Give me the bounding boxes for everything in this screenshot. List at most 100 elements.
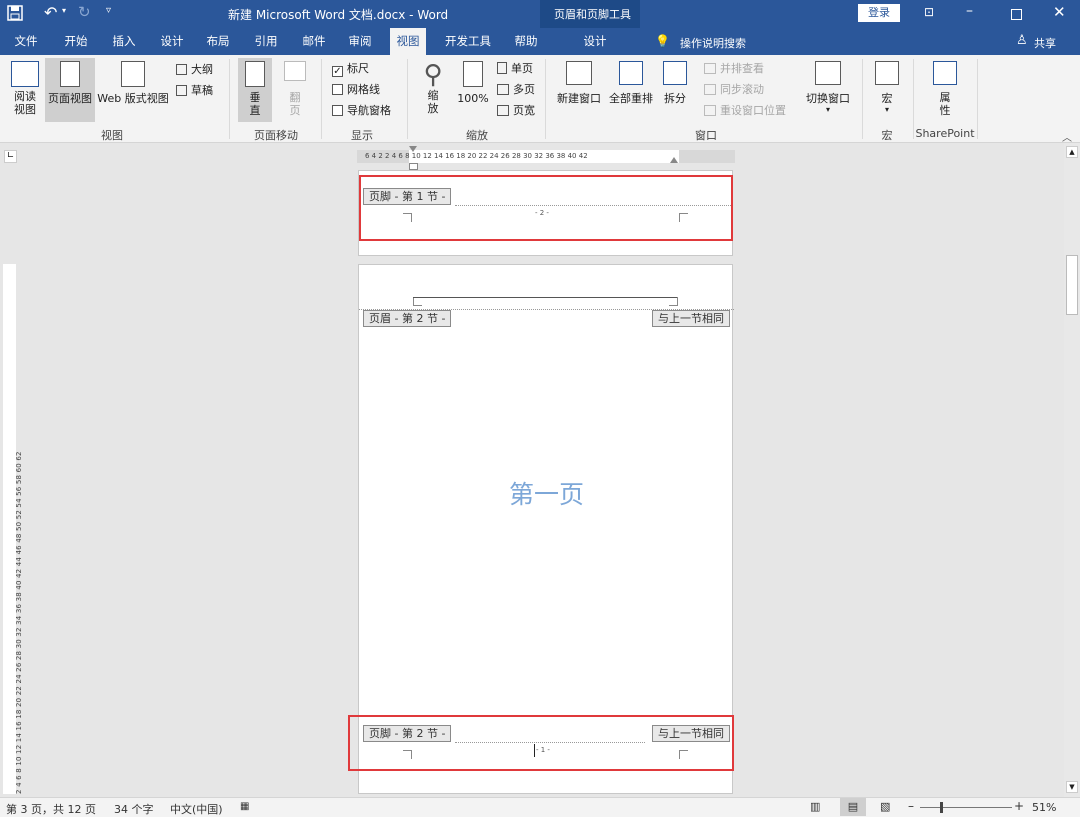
scroll-up-icon[interactable]: ▲ (1066, 146, 1078, 158)
ribbon-display-icon[interactable]: ⊡ (924, 5, 934, 19)
tab-file[interactable]: 文件 (8, 28, 44, 55)
share-icon[interactable]: ♙ (1016, 33, 1028, 48)
header-crop-left (413, 297, 422, 306)
tab-design[interactable]: 设计 (154, 28, 190, 55)
split-label: 拆分 (664, 92, 686, 105)
customize-qat-icon[interactable]: ▿ (106, 5, 111, 16)
vertical-scrollbar[interactable]: ▲ ▼ (1064, 143, 1080, 797)
gridlines-label: 网格线 (347, 83, 380, 96)
page-count-status[interactable]: 第 3 页，共 12 页 (6, 801, 96, 817)
outline-button[interactable]: 大纲 (176, 63, 213, 77)
zoom-button[interactable]: ⚲ 缩 放 (416, 61, 450, 115)
header-border-line (413, 297, 678, 298)
multiple-pages-button[interactable]: 多页 (497, 83, 535, 97)
print-layout-button[interactable]: 页面视图 (45, 58, 95, 122)
chevron-down-icon: ▾ (884, 105, 889, 114)
language-status[interactable]: 中文(中国) (170, 801, 223, 817)
arrange-all-button[interactable]: 全部重排 (606, 61, 656, 105)
tab-hf-design[interactable]: 设计 (570, 28, 620, 55)
reset-window-button[interactable]: 重设窗口位置 (704, 104, 786, 118)
tab-stop-selector[interactable]: ∟ (4, 150, 17, 163)
scroll-down-icon[interactable]: ▼ (1066, 781, 1078, 793)
ribbon-separator (977, 59, 978, 139)
save-icon[interactable] (7, 5, 23, 21)
split-button[interactable]: 拆分 (658, 61, 692, 105)
tab-view[interactable]: 视图 (390, 28, 426, 55)
sync-scroll-icon (704, 84, 716, 95)
redo-icon[interactable]: ↻ (78, 3, 91, 21)
zoom-in-icon[interactable]: + (1014, 799, 1024, 813)
zoom-out-icon[interactable]: – (908, 799, 914, 813)
minimize-icon[interactable]: – (966, 3, 973, 19)
zoom-label: 缩 放 (427, 89, 439, 115)
view-side-by-side-button[interactable]: 并排查看 (704, 62, 764, 76)
tab-review[interactable]: 审阅 (342, 28, 378, 55)
zoom-slider[interactable] (920, 807, 1012, 808)
page-body-text[interactable]: 第一页 (359, 475, 734, 511)
zoom-percent[interactable]: 51% (1032, 801, 1056, 814)
reset-window-icon (704, 105, 716, 116)
new-window-button[interactable]: 新建窗口 (554, 61, 604, 105)
properties-icon (933, 61, 957, 85)
switch-windows-button[interactable]: 切换窗口 ▾ (802, 61, 854, 115)
web-layout-view-icon[interactable]: ▧ (880, 800, 890, 813)
undo-icon[interactable]: ↶ (44, 3, 57, 22)
maximize-icon[interactable] (1011, 9, 1022, 20)
tab-references[interactable]: 引用 (248, 28, 284, 55)
side-to-side-button[interactable]: 翻 页 (278, 61, 312, 117)
draft-button[interactable]: 草稿 (176, 84, 213, 98)
properties-button[interactable]: 属 性 (928, 61, 962, 117)
page-width-button[interactable]: 页宽 (497, 104, 535, 118)
undo-dropdown-icon[interactable]: ▾ (62, 6, 66, 15)
scroll-thumb[interactable] (1066, 255, 1078, 315)
vertical-page-move-button[interactable]: 垂 直 (238, 58, 272, 122)
nav-pane-checkbox[interactable]: 导航窗格 (332, 104, 391, 118)
right-indent-marker[interactable] (670, 157, 678, 163)
tab-developer[interactable]: 开发工具 (440, 28, 496, 55)
tab-insert[interactable]: 插入 (106, 28, 142, 55)
tab-home[interactable]: 开始 (58, 28, 94, 55)
gridlines-checkbox[interactable]: 网格线 (332, 83, 380, 97)
draft-icon (176, 85, 187, 96)
read-mode-button[interactable]: 阅读 视图 (8, 61, 42, 116)
read-mode-label: 阅读 视图 (14, 90, 36, 116)
sync-scroll-button[interactable]: 同步滚动 (704, 83, 764, 97)
new-window-icon (566, 61, 592, 85)
share-button[interactable]: 共享 (1034, 35, 1056, 51)
one-page-button[interactable]: 单页 (497, 62, 533, 76)
print-layout-view-icon[interactable]: ▤ (840, 798, 866, 816)
tab-mailings[interactable]: 邮件 (296, 28, 332, 55)
left-indent-marker[interactable] (409, 163, 418, 170)
tab-help[interactable]: 帮助 (508, 28, 544, 55)
zoom-100-icon (463, 61, 483, 87)
ribbon-separator (862, 59, 863, 139)
ribbon-separator (545, 59, 546, 139)
read-mode-view-icon[interactable]: ▥ (810, 800, 820, 813)
ribbon: 阅读 视图 页面视图 Web 版式视图 大纲 草稿 视图 垂 直 翻 页 页面移… (0, 55, 1080, 144)
word-count-status[interactable]: 34 个字 (114, 801, 154, 817)
lightbulb-icon: 💡 (655, 34, 670, 48)
first-line-indent-marker[interactable] (409, 146, 417, 152)
tab-layout[interactable]: 布局 (200, 28, 236, 55)
ruler-checkbox[interactable]: ✓ 标尺 (332, 62, 369, 77)
collapse-ribbon-icon[interactable]: ︿ (1062, 129, 1072, 144)
ribbon-separator (407, 59, 408, 139)
group-label-sharepoint: SharePoint (915, 127, 975, 140)
sync-scroll-label: 同步滚动 (720, 83, 764, 96)
document-title: 新建 Microsoft Word 文档.docx - Word (228, 8, 449, 22)
macro-record-icon[interactable]: ▦ (240, 801, 249, 812)
vertical-ruler[interactable]: 2 4 6 8 10 12 14 16 18 20 22 24 26 28 30… (3, 264, 23, 794)
ribbon-tab-bar: 文件 开始 插入 设计 布局 引用 邮件 审阅 视图 开发工具 帮助 设计 💡 … (0, 28, 1080, 55)
signin-button[interactable]: 登录 (858, 4, 900, 22)
header-same-as-previous-tag: 与上一节相同 (652, 310, 730, 327)
tell-me-search[interactable]: 操作说明搜索 (680, 35, 746, 51)
macros-button[interactable]: 宏 ▾ (870, 61, 904, 115)
side-to-side-label: 翻 页 (289, 91, 301, 117)
zoom-100-label: 100% (457, 92, 489, 105)
zoom-100-button[interactable]: 100% (454, 61, 492, 105)
web-layout-button[interactable]: Web 版式视图 (96, 61, 170, 105)
vertical-move-label: 垂 直 (249, 91, 261, 117)
zoom-slider-thumb[interactable] (940, 802, 943, 813)
close-icon[interactable]: ✕ (1053, 3, 1066, 21)
group-label-window: 窗口 (695, 129, 717, 142)
